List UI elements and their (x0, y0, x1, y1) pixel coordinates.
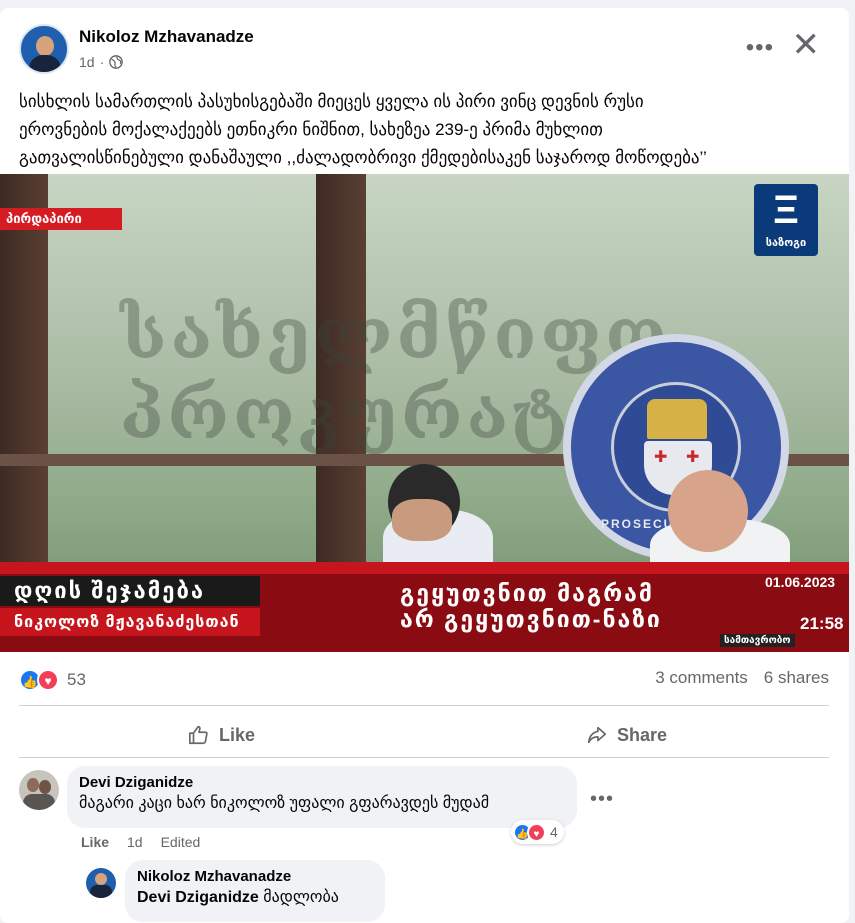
reaction-summary[interactable]: 👍 ♥ 53 (19, 668, 86, 692)
reply-bubble: Nikoloz Mzhavanadze Devi Dziganidze მადლ… (125, 860, 385, 922)
divider (19, 757, 829, 758)
love-reaction-icon: ♥ (527, 822, 546, 842)
reply-text: Devi Dziganidze მადლობა (137, 889, 339, 906)
like-button[interactable]: Like (19, 713, 424, 757)
commenter-avatar[interactable] (19, 770, 59, 810)
post-time[interactable]: 1d (79, 54, 95, 70)
thumbs-up-icon (188, 725, 208, 745)
comment-text: მაგარი კაცი ხარ ნიკოლოზ უფალი გფარავდეს … (79, 795, 490, 812)
post-card: Nikoloz Mzhavanadze 1d · ••• ✕ სისხლის ს… (0, 8, 849, 923)
channel-logo: Ξ საზოგი (754, 184, 818, 256)
ticker-sub: სამთავრობო (720, 634, 795, 647)
ticker-guest: ნიკოლოზ მჟავანაძესთან (14, 614, 240, 631)
ticker-date: 01.06.2023 (765, 574, 836, 590)
comment-reactions[interactable]: 👍 ♥ 4 (511, 820, 564, 844)
share-label: Share (616, 724, 668, 745)
ticker-show: დღის შეჯამება (14, 578, 206, 603)
news-ticker: დღის შეჯამება ნიკოლოზ მჟავანაძესთან გეყუ… (0, 562, 849, 652)
post-header: Nikoloz Mzhavanadze 1d · ••• ✕ (19, 24, 830, 76)
comment-like-button[interactable]: Like (81, 834, 109, 850)
author-avatar[interactable] (19, 24, 69, 74)
comment-meta: Like 1d Edited (81, 834, 200, 850)
comment-author[interactable]: Devi Dziganidze (79, 774, 565, 791)
shares-count[interactable]: 6 shares (764, 668, 829, 688)
post-stats: 3 comments 6 shares (655, 668, 829, 688)
ticker-clock: 21:58 (800, 614, 844, 633)
post-text: სისხლის სამართლის პასუხისგებაში მიეცეს ყ… (19, 92, 707, 167)
comment-time[interactable]: 1d (127, 834, 143, 850)
close-icon[interactable]: ✕ (792, 28, 821, 62)
like-label: Like (218, 724, 256, 745)
ticker-headline: გეყუთვნით მაგრამ არ გეყუთვნით-ნაზი (400, 580, 662, 632)
reply-mention[interactable]: Devi Dziganidze (137, 889, 259, 906)
more-horizontal-icon[interactable]: ••• (746, 34, 774, 62)
reply-avatar[interactable] (86, 868, 116, 898)
share-icon (587, 726, 607, 744)
reply-author[interactable]: Nikoloz Mzhavanadze (137, 868, 373, 885)
love-reaction-icon: ♥ (37, 669, 59, 691)
post-video[interactable]: სახელმწიფო პროკურატურა ✚ ✚ PROSECUTION Ξ … (0, 174, 849, 652)
divider (19, 705, 829, 706)
comments-count[interactable]: 3 comments (655, 668, 748, 688)
globe-icon (109, 55, 124, 69)
comment-more-icon[interactable]: ••• (590, 788, 614, 811)
author-name[interactable]: Nikoloz Mzhavanadze (79, 27, 254, 47)
live-label: პირდაპირი (0, 208, 122, 230)
share-button[interactable]: Share (424, 713, 829, 757)
comment-edited: Edited (160, 834, 201, 850)
comment-bubble: Devi Dziganidze მაგარი კაცი ხარ ნიკოლოზ … (67, 766, 577, 828)
wall-lettering: სახელმწიფო პროკურატურა (120, 292, 739, 455)
reaction-count: 53 (67, 670, 86, 689)
post-actions: Like Share (19, 713, 829, 757)
post-meta: 1d · (79, 54, 124, 70)
